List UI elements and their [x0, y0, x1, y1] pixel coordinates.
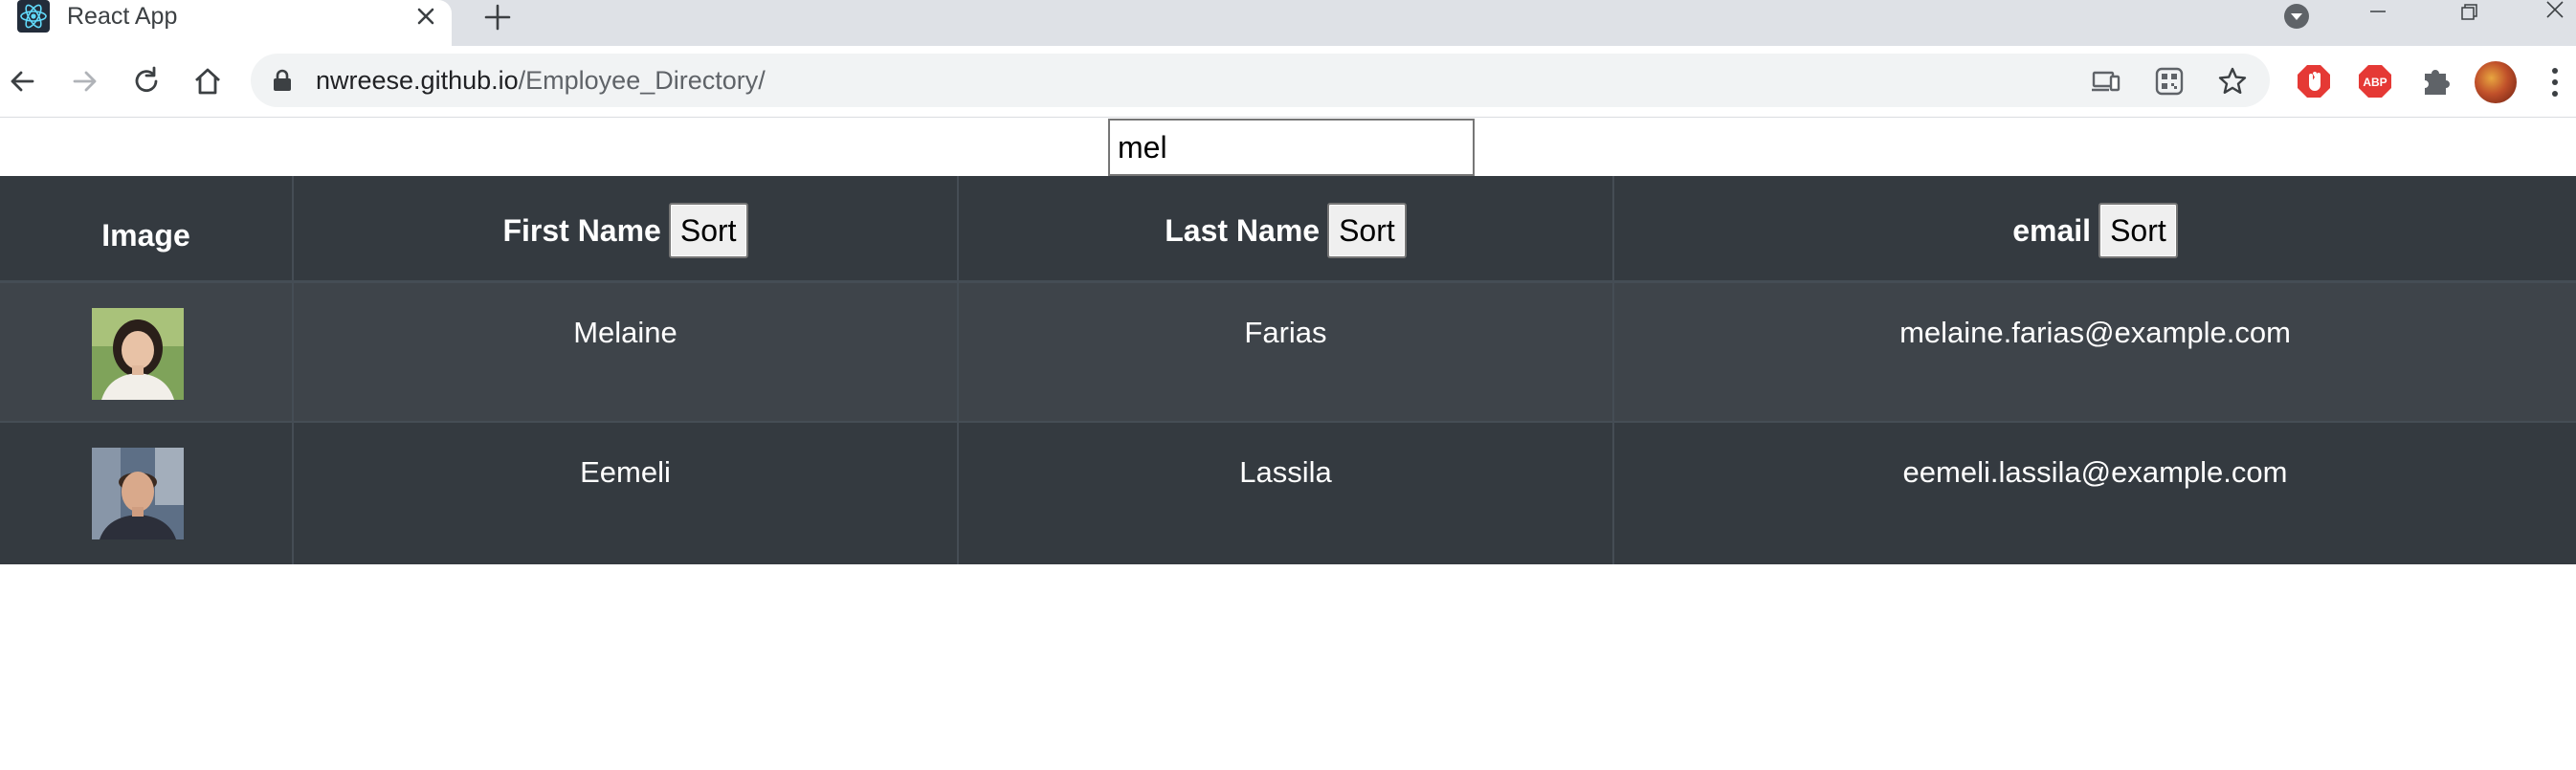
- lock-icon[interactable]: [272, 69, 293, 92]
- sort-email-button[interactable]: Sort: [2099, 203, 2178, 258]
- header-cell-first-name: First Name Sort: [294, 176, 959, 280]
- email-text: melaine.farias@example.com: [1899, 316, 2291, 349]
- cast-icon[interactable]: [2090, 65, 2122, 98]
- first-name-text: Melaine: [573, 316, 677, 349]
- email-text: eemeli.lassila@example.com: [1902, 455, 2288, 489]
- react-favicon: [17, 0, 50, 33]
- table-row: Eemeli Lassila eemeli.lassila@example.co…: [0, 423, 2576, 564]
- cell-email: melaine.farias@example.com: [1614, 283, 2576, 421]
- abp-icon[interactable]: ABP: [2356, 62, 2394, 100]
- back-icon[interactable]: [4, 63, 40, 99]
- search-input[interactable]: [1108, 119, 1475, 176]
- url-path: /Employee_Directory/: [518, 66, 766, 95]
- cell-email: eemeli.lassila@example.com: [1614, 423, 2576, 564]
- header-cell-image: Image: [0, 176, 294, 280]
- kebab-menu-icon[interactable]: [2545, 63, 2565, 101]
- url-host: nwreese.github.io: [316, 66, 519, 95]
- employee-photo: [92, 448, 184, 539]
- search-bar-container: [0, 118, 2576, 176]
- puzzle-icon[interactable]: [2417, 62, 2455, 100]
- cell-first-name: Melaine: [294, 283, 959, 421]
- svg-text:ABP: ABP: [2363, 76, 2387, 89]
- restore-icon[interactable]: [2450, 0, 2488, 29]
- cell-image: [0, 283, 294, 421]
- last-name-text: Farias: [1244, 316, 1327, 349]
- tab-title: React App: [67, 3, 178, 30]
- header-last-name-label: Last Name: [1165, 213, 1321, 248]
- url-text[interactable]: nwreese.github.io/Employee_Directory/: [316, 65, 766, 96]
- qr-icon[interactable]: [2153, 65, 2186, 98]
- plus-icon[interactable]: [480, 0, 515, 34]
- star-icon[interactable]: [2216, 65, 2249, 98]
- header-image-label: Image: [101, 218, 190, 253]
- header-first-name-label: First Name: [502, 213, 661, 248]
- close-icon[interactable]: [411, 2, 440, 31]
- forward-icon[interactable]: [67, 63, 103, 99]
- table-header-row: Image First Name Sort Last Name Sort ema…: [0, 176, 2576, 283]
- last-name-text: Lassila: [1239, 455, 1332, 489]
- address-bar[interactable]: nwreese.github.io/Employee_Directory/: [251, 54, 2270, 107]
- profile-avatar[interactable]: [2475, 61, 2517, 103]
- minimize-icon[interactable]: [2359, 0, 2397, 29]
- header-cell-last-name: Last Name Sort: [959, 176, 1614, 280]
- table-row: Melaine Farias melaine.farias@example.co…: [0, 283, 2576, 423]
- reload-icon[interactable]: [128, 63, 165, 99]
- header-email-label: email: [2012, 213, 2092, 248]
- adblock-icon[interactable]: [2295, 62, 2333, 100]
- sort-last-name-button[interactable]: Sort: [1327, 203, 1407, 258]
- browser-toolbar: nwreese.github.io/Employee_Directory/ AB…: [0, 46, 2576, 118]
- employee-table: Image First Name Sort Last Name Sort ema…: [0, 176, 2576, 564]
- header-cell-email: email Sort: [1614, 176, 2576, 280]
- sort-first-name-button[interactable]: Sort: [668, 203, 748, 258]
- cell-last-name: Farias: [959, 283, 1614, 421]
- cell-last-name: Lassila: [959, 423, 1614, 564]
- window-close-icon[interactable]: [2536, 0, 2574, 29]
- active-tab[interactable]: React App: [0, 0, 452, 46]
- first-name-text: Eemeli: [580, 455, 671, 489]
- employee-photo: [92, 308, 184, 400]
- tab-search-icon[interactable]: [2282, 2, 2311, 31]
- cell-image: [0, 423, 294, 564]
- home-icon[interactable]: [189, 63, 226, 99]
- cell-first-name: Eemeli: [294, 423, 959, 564]
- tab-strip: React App: [0, 0, 2576, 46]
